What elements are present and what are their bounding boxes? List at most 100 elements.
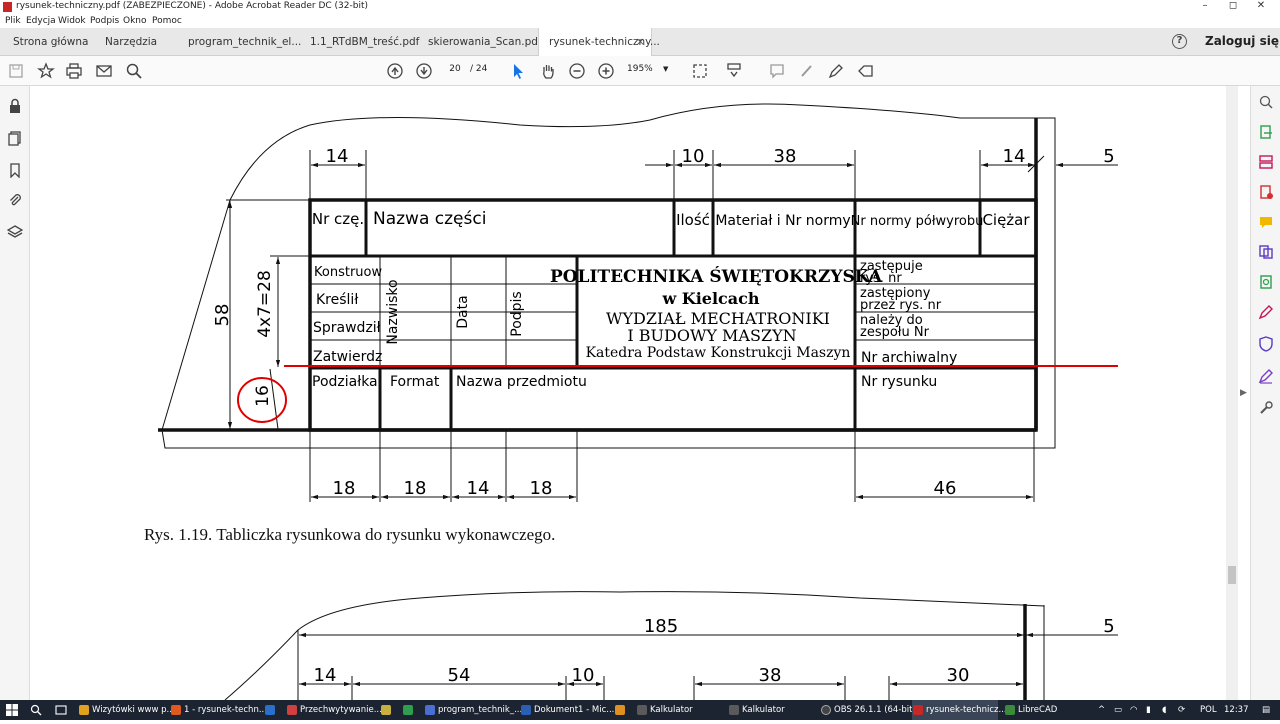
tab-close-icon[interactable]: ×	[636, 28, 645, 56]
draw-icon[interactable]	[826, 61, 846, 81]
dim-58: 58	[212, 304, 233, 327]
tab-doc-rysunek[interactable]: rysunek-techniczny... ×	[538, 28, 660, 56]
tab-tools[interactable]: Narzędzia	[105, 28, 175, 56]
school-faculty-2: I BUDOWY MASZYN	[627, 326, 796, 345]
attachment-icon[interactable]	[7, 192, 23, 208]
menu-podpis[interactable]: Podpis	[90, 16, 119, 26]
print-icon[interactable]	[64, 61, 84, 81]
task-kalkulator-1[interactable]: Kalkulator	[636, 700, 716, 720]
figure-caption: Rys. 1.19. Tabliczka rysunkowa do rysunk…	[144, 525, 556, 544]
vertical-scrollbar[interactable]	[1226, 86, 1238, 700]
librecad-icon	[1005, 705, 1015, 715]
task-librecad[interactable]: LibreCAD	[1004, 700, 1074, 720]
notifications-icon[interactable]: ▤	[1262, 700, 1270, 720]
highlight-icon[interactable]	[797, 61, 817, 81]
windows-start-icon[interactable]	[6, 700, 18, 720]
organize-pages-icon[interactable]	[1258, 154, 1274, 170]
login-link[interactable]: Zaloguj się	[1205, 34, 1279, 48]
task-dokument1[interactable]: Dokument1 - Mic...	[520, 700, 614, 720]
pages-icon[interactable]	[7, 130, 23, 146]
combine-files-icon[interactable]	[1258, 244, 1274, 260]
minimize-button[interactable]: –	[1190, 0, 1220, 15]
tab-bar: Strona główna Narzędzia program_technik_…	[0, 28, 1280, 56]
task-view-icon[interactable]	[55, 700, 67, 720]
menu-edycja[interactable]: Edycja	[26, 16, 56, 26]
zoom-panel-icon[interactable]	[1258, 94, 1274, 110]
zoom-select[interactable]: 195% ▼	[627, 61, 673, 77]
scrollbar-thumb[interactable]	[1228, 566, 1236, 584]
edit-pdf-icon[interactable]	[1258, 368, 1274, 384]
row-konstruow: Konstruow	[314, 265, 382, 280]
tray-sync-icon[interactable]: ⟳	[1178, 700, 1185, 720]
menu-pomoc[interactable]: Pomoc	[152, 16, 182, 26]
task-program-technik[interactable]: program_technik_...	[424, 700, 522, 720]
title-bar: rysunek-techniczny.pdf (ZABEZPIECZONE) -…	[0, 0, 1280, 15]
task-obs[interactable]: OBS 26.1.1 (64-bit...	[820, 700, 921, 720]
tab-doc-program[interactable]: program_technik_el...	[188, 28, 301, 56]
create-pdf-icon[interactable]	[1258, 184, 1274, 200]
tray-language[interactable]: POL	[1200, 700, 1217, 720]
acrobat-icon	[913, 705, 923, 715]
task-rysunek-firefox[interactable]: 1 - rysunek-techn...	[170, 700, 267, 720]
task-przechwytywanie[interactable]: Przechwytywanie...	[286, 700, 382, 720]
taskbar-search-icon[interactable]	[30, 700, 42, 720]
maximize-button[interactable]: ◻	[1218, 0, 1248, 15]
task-green-app[interactable]	[402, 700, 420, 720]
save-icon[interactable]	[6, 61, 26, 81]
scroll-mode-icon[interactable]	[724, 61, 744, 81]
menu-plik[interactable]: Plik	[5, 16, 21, 26]
lock-icon[interactable]	[7, 98, 23, 114]
collapse-right-icon[interactable]: ▶	[1240, 388, 1247, 398]
dim-14a: 14	[326, 146, 349, 167]
task-wizytowki[interactable]: Wizytówki www p...	[78, 700, 175, 720]
dim2-185: 185	[644, 616, 678, 637]
tab-doc-skierowania[interactable]: skierowania_Scan.pdf	[428, 28, 542, 56]
acrobat-icon	[3, 2, 12, 12]
task-rysunek-acrobat[interactable]: rysunek-technicz...	[912, 700, 1007, 720]
tray-battery-icon[interactable]: ▮	[1146, 700, 1151, 720]
tray-clock[interactable]: 12:37	[1224, 700, 1249, 720]
menu-okno[interactable]: Okno	[123, 16, 147, 26]
task-edge[interactable]	[264, 700, 282, 720]
tools-settings-icon[interactable]	[1258, 400, 1274, 416]
bottom-nazwa-przedmiotu: Nazwa przedmiotu	[456, 374, 587, 390]
right-zespolu-nr: zespołu Nr	[860, 325, 930, 340]
task-kalkulator-2[interactable]: Kalkulator	[728, 700, 808, 720]
fill-sign-icon[interactable]	[1258, 304, 1274, 320]
comment-icon[interactable]	[767, 61, 787, 81]
search-icon[interactable]	[124, 61, 144, 81]
protect-icon[interactable]	[1258, 336, 1274, 352]
right-rys-nr: rys. nr	[860, 271, 902, 286]
zoom-out-icon[interactable]	[567, 61, 587, 81]
page-down-icon[interactable]	[414, 61, 434, 81]
bookmark-icon[interactable]	[7, 162, 23, 179]
export-pdf-icon[interactable]	[1258, 124, 1274, 140]
task-orange-app[interactable]	[614, 700, 632, 720]
email-icon[interactable]	[94, 61, 114, 81]
select-cursor-icon[interactable]	[508, 61, 528, 81]
menu-widok[interactable]: Widok	[58, 16, 86, 26]
tray-network-icon[interactable]: ▭	[1114, 700, 1122, 720]
fit-page-icon[interactable]	[690, 61, 710, 81]
zoom-in-icon[interactable]	[596, 61, 616, 81]
tray-volume-icon[interactable]: ◖	[1162, 700, 1166, 720]
task-notes[interactable]	[380, 700, 398, 720]
page-number-input[interactable]: 20	[443, 61, 467, 77]
comment-panel-icon[interactable]	[1258, 214, 1274, 230]
notes-icon	[381, 705, 391, 715]
sign-icon[interactable]	[856, 61, 876, 81]
star-icon[interactable]	[36, 61, 56, 81]
tray-wifi-icon[interactable]: ◠	[1130, 700, 1137, 720]
tray-chevron-icon[interactable]: ^	[1098, 700, 1105, 720]
hand-tool-icon[interactable]	[538, 61, 558, 81]
layers-icon[interactable]	[6, 224, 24, 240]
page-up-icon[interactable]	[385, 61, 405, 81]
close-window-button[interactable]: ✕	[1246, 0, 1276, 15]
tab-doc-rtdbm[interactable]: 1.1_RTdBM_treść.pdf	[310, 28, 420, 56]
dim-38: 38	[774, 146, 797, 167]
snip-icon	[287, 705, 297, 715]
col-nazwisko: Nazwisko	[385, 279, 401, 344]
scan-icon[interactable]	[1258, 274, 1274, 290]
tab-home[interactable]: Strona główna	[13, 28, 93, 56]
help-icon[interactable]: ?	[1172, 34, 1187, 49]
